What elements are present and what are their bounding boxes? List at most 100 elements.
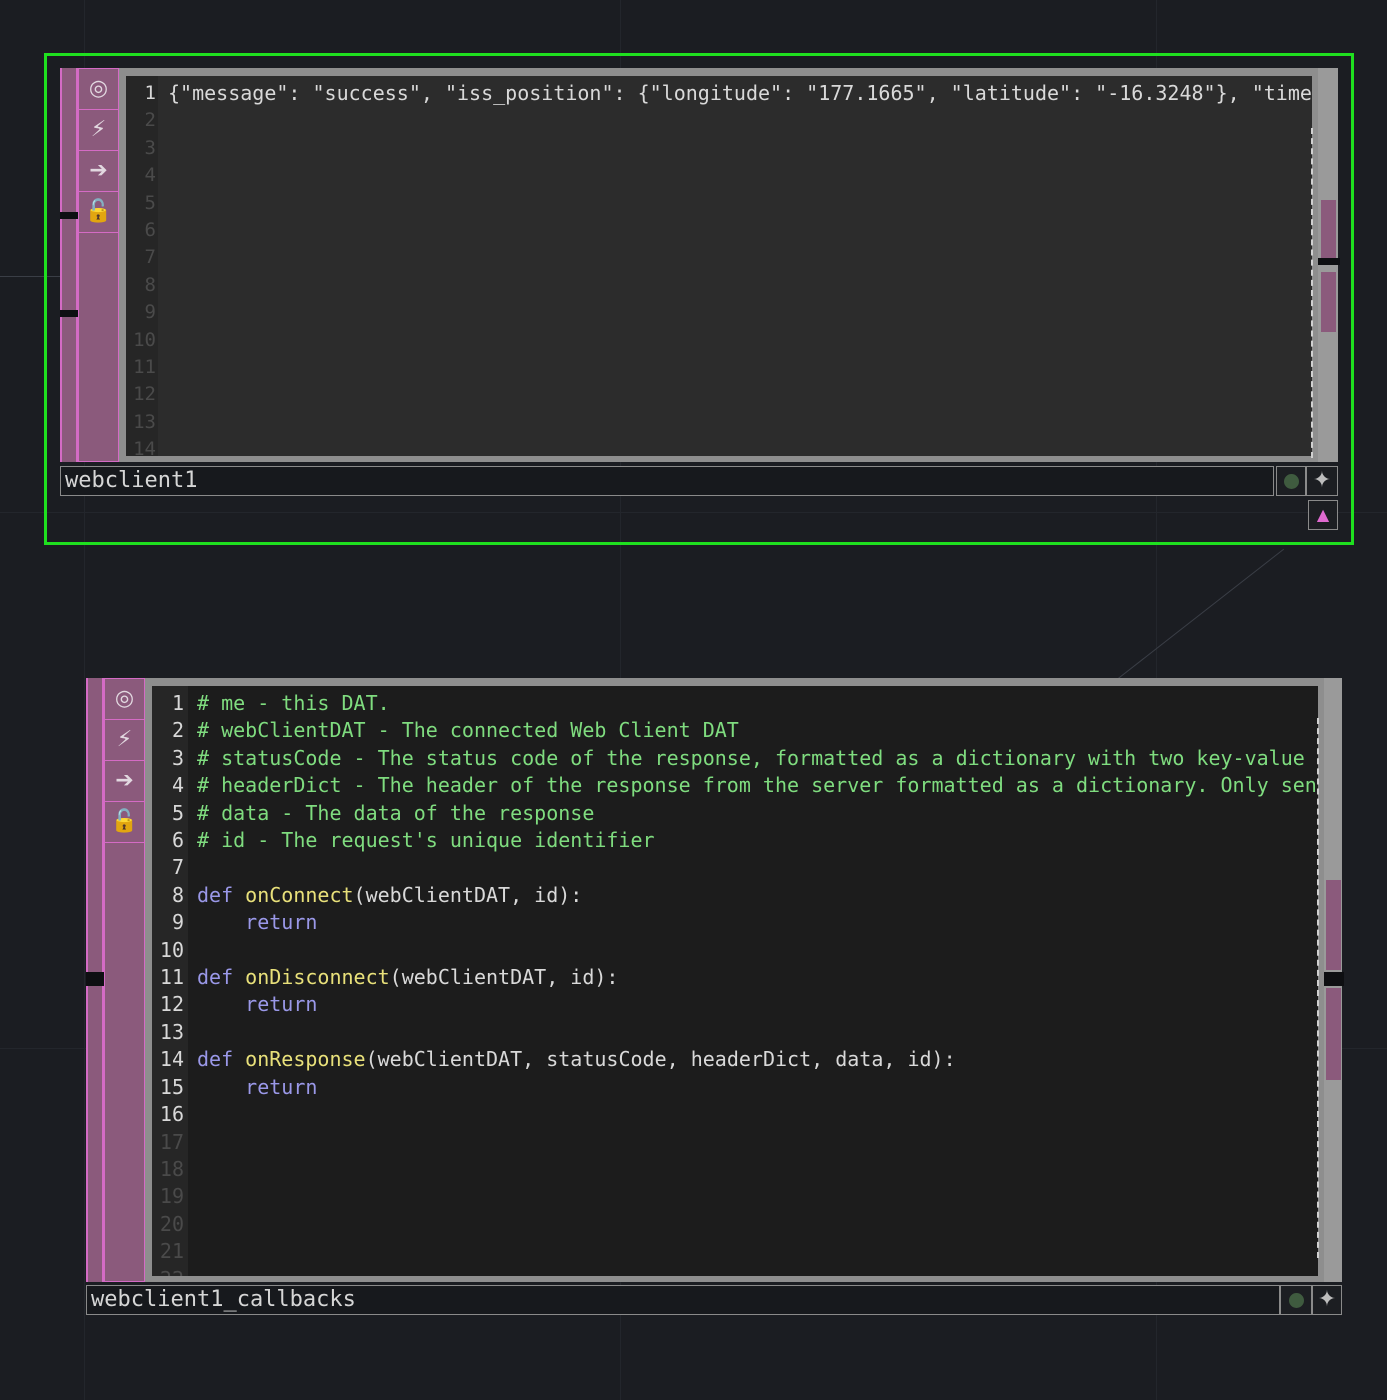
lock-flag-icon[interactable]: 🔓 xyxy=(79,192,118,233)
status-dot-icon[interactable] xyxy=(1276,466,1306,496)
text-viewer[interactable]: 1 2 3 4 5 6 7 8 9 10 11 12 13 14 {"message": "success… xyxy=(126,76,1312,456)
code-token: # headerDict - The header of the respons… xyxy=(197,773,1318,798)
line-number: 16 xyxy=(159,1102,184,1127)
webclient1-node[interactable]: ◎ ⚡ ➔ 🔓 1 2 3 4 5 6 7 8 9 10 11 12 13 14 {"message": "su… xyxy=(60,68,1340,530)
code-token: onConnect xyxy=(245,882,354,907)
code-token: # statusCode - The status code of the re… xyxy=(197,745,1318,770)
text-edge-marker xyxy=(1317,718,1319,1258)
line-number: 17 xyxy=(159,1129,184,1154)
line-number: 13 xyxy=(133,410,156,433)
code-token: onDisconnect xyxy=(245,965,390,990)
line-number: 14 xyxy=(133,438,156,456)
code-area[interactable]: {"message": "success", "iss_position": {… xyxy=(168,76,1312,456)
code-line: def onConnect(webClientDAT, id): xyxy=(197,882,1318,909)
webclient1-callbacks-node[interactable]: ◎⚡➔🔓 12345678910111213141516171819202122… xyxy=(86,678,1344,1318)
line-number: 5 xyxy=(144,191,156,214)
line-number: 7 xyxy=(171,855,184,880)
line-number: 9 xyxy=(171,910,184,935)
parent-up-arrow-icon[interactable]: ▲ xyxy=(1308,500,1338,530)
text-viewer[interactable]: 12345678910111213141516171819202122 # me… xyxy=(152,686,1318,1276)
export-flag-icon[interactable]: ➔ xyxy=(79,151,118,192)
status-dot-icon xyxy=(1283,473,1299,489)
line-number: 4 xyxy=(144,164,156,187)
line-number: 11 xyxy=(133,356,156,379)
code-token: def xyxy=(197,882,246,907)
line-number: 6 xyxy=(171,828,184,853)
code-token: return xyxy=(197,1074,318,1099)
export-flag-icon[interactable]: ➔ xyxy=(105,761,144,802)
code-token: return xyxy=(197,992,318,1017)
code-token: def xyxy=(197,965,246,990)
text-edge-marker xyxy=(1311,128,1313,458)
line-number: 10 xyxy=(159,937,184,962)
line-number: 9 xyxy=(144,301,156,324)
status-dot-icon xyxy=(1288,1292,1304,1308)
code-line: # id - The request's unique identifier xyxy=(197,827,1318,854)
code-token: onResponse xyxy=(245,1047,366,1072)
input-connector[interactable] xyxy=(86,972,104,986)
viewer-flag-icon[interactable]: ◎ xyxy=(105,679,144,720)
status-dot-icon[interactable] xyxy=(1280,1285,1312,1315)
node-name-field[interactable]: webclient1 xyxy=(60,466,1274,496)
pin-star-icon[interactable]: ✦ xyxy=(1306,466,1338,496)
code-line: def onResponse(webClientDAT, statusCode,… xyxy=(197,1046,1318,1073)
code-line: # me - this DAT. xyxy=(197,690,1318,717)
line-number: 10 xyxy=(133,328,156,351)
code-line: return xyxy=(197,909,1318,936)
pin-star-icon: ✦ xyxy=(1312,468,1332,493)
vertical-scrollbar[interactable] xyxy=(1318,68,1338,462)
cook-flag-icon[interactable]: ⚡ xyxy=(79,110,118,151)
node-flags: ◎ ⚡ ➔ 🔓 xyxy=(104,678,145,1282)
line-number-gutter: 1 2 3 4 5 6 7 8 9 10 11 12 13 14 xyxy=(126,76,158,456)
line-number: 11 xyxy=(159,965,184,990)
line-number: 2 xyxy=(171,718,184,743)
output-connector[interactable] xyxy=(1318,258,1340,265)
code-token: # data - The data of the response xyxy=(197,800,595,825)
input-connector[interactable] xyxy=(60,212,78,219)
scrollbar-thumb[interactable] xyxy=(1326,880,1341,970)
code-token: # me - this DAT. xyxy=(197,691,390,715)
line-number: 12 xyxy=(133,383,156,406)
line-number: 1 xyxy=(171,691,184,715)
viewer-flag-icon[interactable]: ◎ xyxy=(79,69,118,110)
line-number: 20 xyxy=(159,1211,184,1236)
line-number: 8 xyxy=(144,273,156,296)
line-number: 3 xyxy=(144,136,156,159)
line-number: 6 xyxy=(144,219,156,242)
cook-flag-icon[interactable]: ⚡ xyxy=(105,720,144,761)
line-number: 8 xyxy=(171,882,184,907)
line-number: 3 xyxy=(171,745,184,770)
code-line: # statusCode - The status code of the re… xyxy=(197,745,1318,772)
scrollbar-thumb[interactable] xyxy=(1326,988,1341,1080)
input-connector[interactable] xyxy=(60,310,78,317)
line-number: 18 xyxy=(159,1156,184,1181)
parent-up-arrow-icon: ▲ xyxy=(1316,505,1330,524)
output-connector[interactable] xyxy=(1324,972,1344,986)
node-name-field[interactable]: webclient1_callbacks xyxy=(86,1285,1280,1315)
scrollbar-thumb[interactable] xyxy=(1321,200,1336,258)
line-number: 19 xyxy=(159,1184,184,1209)
code-line: return xyxy=(197,991,1318,1018)
code-area[interactable]: # me - this DAT. # webClientDAT - The con… xyxy=(197,686,1318,1276)
pin-star-icon[interactable]: ✦ xyxy=(1312,1285,1342,1315)
line-number: 13 xyxy=(159,1019,184,1044)
scrollbar-thumb[interactable] xyxy=(1321,272,1336,332)
lock-flag-icon[interactable]: 🔓 xyxy=(105,802,144,843)
